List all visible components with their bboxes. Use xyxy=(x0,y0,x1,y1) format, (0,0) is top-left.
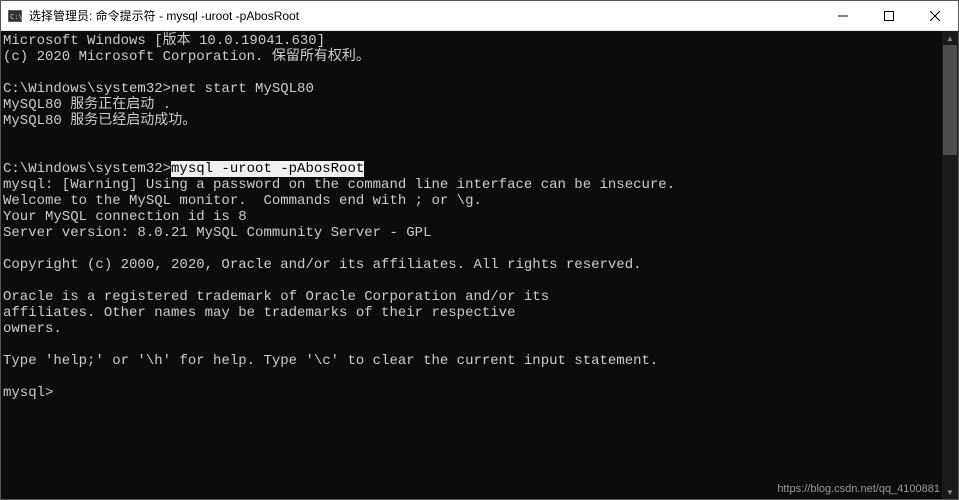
maximize-button[interactable] xyxy=(866,1,912,30)
terminal-line: C:\Windows\system32>net start MySQL80 xyxy=(3,81,942,97)
highlighted-command: mysql -uroot -pAbosRoot xyxy=(171,161,364,177)
window-title: 选择管理员: 命令提示符 - mysql -uroot -pAbosRoot xyxy=(29,7,820,24)
terminal-line: affiliates. Other names may be trademark… xyxy=(3,305,942,321)
cmd-window: C:\ 选择管理员: 命令提示符 - mysql -uroot -pAbosRo… xyxy=(0,0,959,500)
terminal-line xyxy=(3,369,942,385)
terminal-line xyxy=(3,145,942,161)
terminal-line: MySQL80 服务已经启动成功。 xyxy=(3,113,942,129)
terminal-line: Microsoft Windows [版本 10.0.19041.630] xyxy=(3,33,942,49)
terminal-line: MySQL80 服务正在启动 . xyxy=(3,97,942,113)
terminal-line: owners. xyxy=(3,321,942,337)
terminal-area: Microsoft Windows [版本 10.0.19041.630](c)… xyxy=(1,31,958,499)
terminal-line: Oracle is a registered trademark of Orac… xyxy=(3,289,942,305)
terminal-line: Type 'help;' or '\h' for help. Type '\c'… xyxy=(3,353,942,369)
svg-text:C:\: C:\ xyxy=(10,13,22,21)
minimize-button[interactable] xyxy=(820,1,866,30)
terminal-line: mysql> xyxy=(3,385,942,401)
scroll-down-icon[interactable]: ▼ xyxy=(942,485,958,499)
terminal-line: mysql: [Warning] Using a password on the… xyxy=(3,177,942,193)
titlebar[interactable]: C:\ 选择管理员: 命令提示符 - mysql -uroot -pAbosRo… xyxy=(1,1,958,31)
terminal-line: (c) 2020 Microsoft Corporation. 保留所有权利。 xyxy=(3,49,942,65)
scrollbar[interactable]: ▲ ▼ xyxy=(942,31,958,499)
terminal-line: Copyright (c) 2000, 2020, Oracle and/or … xyxy=(3,257,942,273)
terminal-line xyxy=(3,337,942,353)
scroll-up-icon[interactable]: ▲ xyxy=(942,31,958,45)
cmd-icon: C:\ xyxy=(7,8,23,24)
terminal-line xyxy=(3,273,942,289)
terminal-line: Welcome to the MySQL monitor. Commands e… xyxy=(3,193,942,209)
terminal-line xyxy=(3,65,942,81)
scroll-thumb[interactable] xyxy=(943,45,957,155)
close-button[interactable] xyxy=(912,1,958,30)
terminal-output[interactable]: Microsoft Windows [版本 10.0.19041.630](c)… xyxy=(1,31,942,499)
terminal-line: C:\Windows\system32>mysql -uroot -pAbosR… xyxy=(3,161,942,177)
terminal-line: Your MySQL connection id is 8 xyxy=(3,209,942,225)
terminal-line: Server version: 8.0.21 MySQL Community S… xyxy=(3,225,942,241)
terminal-line xyxy=(3,129,942,145)
window-controls xyxy=(820,1,958,30)
terminal-line xyxy=(3,241,942,257)
